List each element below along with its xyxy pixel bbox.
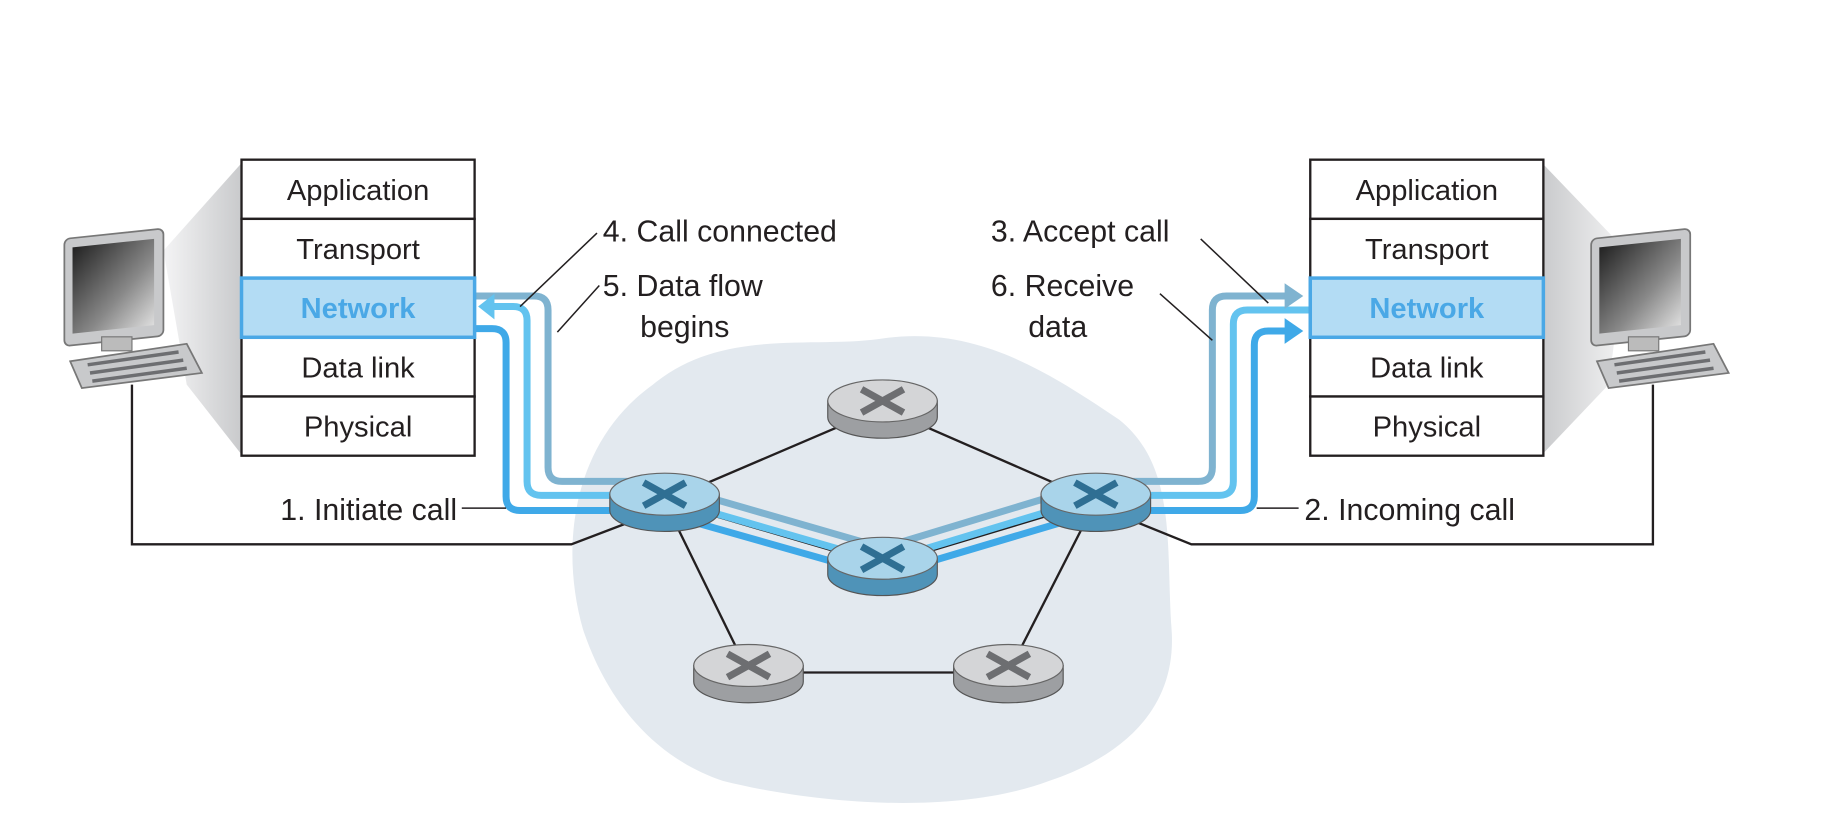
router-icon	[827, 379, 938, 439]
layer-label: Network	[1369, 293, 1485, 325]
layer-label: Physical	[304, 412, 412, 444]
label-step6-cont: data	[1028, 311, 1087, 344]
layer-label: Physical	[1373, 412, 1481, 444]
computer-right-icon	[1590, 228, 1731, 390]
virtual-circuit-diagram: Application Transport Network Data link Phys…	[63, 158, 1731, 803]
label-step6: 6. Receive	[991, 270, 1134, 303]
label-step5-cont: begins	[640, 311, 729, 344]
arrow-data-icon	[1284, 318, 1304, 344]
zoom-shade-left	[163, 163, 242, 455]
label-step5: 5. Data flow	[603, 270, 763, 303]
layer-label: Application	[1356, 175, 1498, 207]
layer-label: Data link	[1370, 352, 1484, 384]
label-step2: 2. Incoming call	[1304, 494, 1515, 527]
label-step1: 1. Initiate call	[280, 494, 457, 527]
label-step3: 3. Accept call	[991, 215, 1170, 248]
protocol-stack-left: Application Transport Network Data link Phys…	[239, 158, 477, 457]
router-icon	[609, 472, 720, 533]
layer-label: Application	[287, 175, 429, 207]
label-step4: 4. Call connected	[603, 215, 837, 248]
layer-label: Data link	[301, 352, 415, 384]
layer-label: Network	[301, 293, 417, 325]
router-icon	[1040, 472, 1152, 533]
router-icon	[953, 643, 1064, 704]
protocol-stack-right: Application Transport Network Data link Phys…	[1308, 158, 1546, 457]
router-icon	[827, 536, 938, 597]
layer-label: Transport	[296, 234, 420, 266]
layer-label: Transport	[1365, 234, 1489, 266]
router-icon	[693, 643, 804, 704]
arrow-setup-icon	[1284, 283, 1304, 309]
